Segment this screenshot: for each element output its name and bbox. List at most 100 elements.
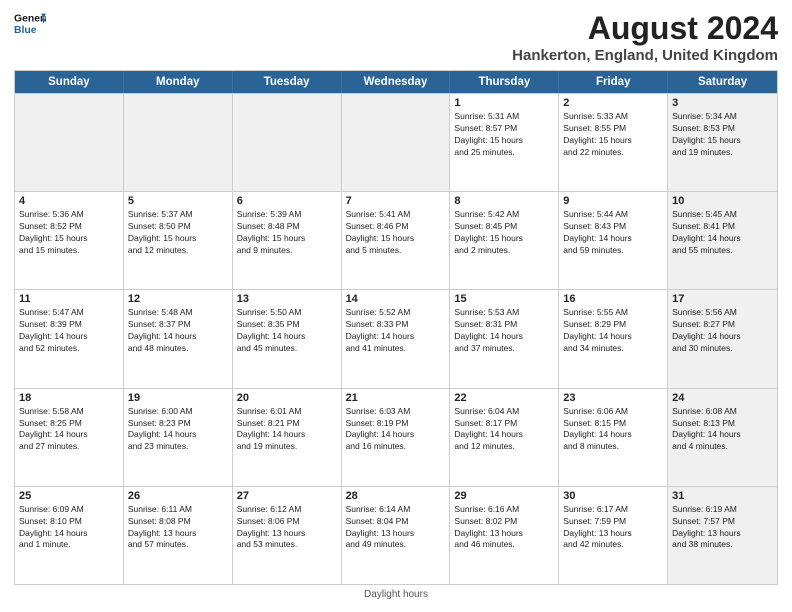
day-header-thursday: Thursday xyxy=(450,71,559,93)
day-number: 25 xyxy=(19,490,119,502)
calendar-row-2: 11 Sunrise: 5:47 AM Sunset: 8:39 PM Dayli… xyxy=(15,289,777,387)
day-number: 9 xyxy=(563,195,663,207)
day-number: 31 xyxy=(672,490,773,502)
day-number: 8 xyxy=(454,195,554,207)
svg-text:General: General xyxy=(14,14,46,25)
cell-info: Sunrise: 6:04 AM Sunset: 8:17 PM Dayligh… xyxy=(454,406,554,454)
day-number: 20 xyxy=(237,392,337,404)
cal-cell-r1-c3: 7 Sunrise: 5:41 AM Sunset: 8:46 PM Daylig… xyxy=(342,192,451,289)
day-number: 14 xyxy=(346,293,446,305)
cell-info: Sunrise: 5:53 AM Sunset: 8:31 PM Dayligh… xyxy=(454,307,554,355)
logo: General Blue xyxy=(14,10,46,38)
calendar-row-4: 25 Sunrise: 6:09 AM Sunset: 8:10 PM Dayli… xyxy=(15,486,777,584)
day-header-wednesday: Wednesday xyxy=(342,71,451,93)
cal-cell-r4-c6: 31Sunrise: 6:19 AM Sunset: 7:57 PM Dayli… xyxy=(668,487,777,584)
cell-info: Sunrise: 5:36 AM Sunset: 8:52 PM Dayligh… xyxy=(19,209,119,257)
day-number: 18 xyxy=(19,392,119,404)
day-header-saturday: Saturday xyxy=(668,71,777,93)
day-header-friday: Friday xyxy=(559,71,668,93)
cell-info: Sunrise: 5:58 AM Sunset: 8:25 PM Dayligh… xyxy=(19,406,119,454)
calendar-body: 1Sunrise: 5:31 AM Sunset: 8:57 PM Daylig… xyxy=(15,93,777,584)
calendar-header: SundayMondayTuesdayWednesdayThursdayFrid… xyxy=(15,71,777,93)
calendar-row-3: 18 Sunrise: 5:58 AM Sunset: 8:25 PM Dayli… xyxy=(15,388,777,486)
subtitle: Hankerton, England, United Kingdom xyxy=(512,47,778,64)
cal-cell-r2-c2: 13 Sunrise: 5:50 AM Sunset: 8:35 PM Dayli… xyxy=(233,290,342,387)
day-number: 23 xyxy=(563,392,663,404)
cell-info: Sunrise: 5:33 AM Sunset: 8:55 PM Dayligh… xyxy=(563,111,663,159)
cell-info: Sunrise: 5:39 AM Sunset: 8:48 PM Dayligh… xyxy=(237,209,337,257)
cell-info: Sunrise: 6:00 AM Sunset: 8:23 PM Dayligh… xyxy=(128,406,228,454)
day-number: 22 xyxy=(454,392,554,404)
calendar-row-0: 1Sunrise: 5:31 AM Sunset: 8:57 PM Daylig… xyxy=(15,93,777,191)
cal-cell-r3-c4: 22 Sunrise: 6:04 AM Sunset: 8:17 PM Dayli… xyxy=(450,389,559,486)
cal-cell-r3-c6: 24Sunrise: 6:08 AM Sunset: 8:13 PM Dayli… xyxy=(668,389,777,486)
cal-cell-r1-c6: 10 Sunrise: 5:45 AM Sunset: 8:41 PM Dayli… xyxy=(668,192,777,289)
cal-cell-r4-c3: 28 Sunrise: 6:14 AM Sunset: 8:04 PM Dayli… xyxy=(342,487,451,584)
cal-cell-r0-c0 xyxy=(15,94,124,191)
day-number: 29 xyxy=(454,490,554,502)
cal-cell-r1-c0: 4Sunrise: 5:36 AM Sunset: 8:52 PM Daylig… xyxy=(15,192,124,289)
day-number: 7 xyxy=(346,195,446,207)
cal-cell-r3-c3: 21Sunrise: 6:03 AM Sunset: 8:19 PM Dayli… xyxy=(342,389,451,486)
cell-info: Sunrise: 5:48 AM Sunset: 8:37 PM Dayligh… xyxy=(128,307,228,355)
cal-cell-r3-c5: 23 Sunrise: 6:06 AM Sunset: 8:15 PM Dayli… xyxy=(559,389,668,486)
cell-info: Sunrise: 6:12 AM Sunset: 8:06 PM Dayligh… xyxy=(237,504,337,552)
cal-cell-r3-c0: 18 Sunrise: 5:58 AM Sunset: 8:25 PM Dayli… xyxy=(15,389,124,486)
cell-info: Sunrise: 6:16 AM Sunset: 8:02 PM Dayligh… xyxy=(454,504,554,552)
cal-cell-r3-c2: 20 Sunrise: 6:01 AM Sunset: 8:21 PM Dayli… xyxy=(233,389,342,486)
day-number: 16 xyxy=(563,293,663,305)
cell-info: Sunrise: 6:09 AM Sunset: 8:10 PM Dayligh… xyxy=(19,504,119,552)
cal-cell-r2-c3: 14 Sunrise: 5:52 AM Sunset: 8:33 PM Dayli… xyxy=(342,290,451,387)
day-header-monday: Monday xyxy=(124,71,233,93)
day-number: 28 xyxy=(346,490,446,502)
day-number: 17 xyxy=(672,293,773,305)
day-number: 19 xyxy=(128,392,228,404)
cal-cell-r4-c5: 30 Sunrise: 6:17 AM Sunset: 7:59 PM Dayli… xyxy=(559,487,668,584)
cal-cell-r4-c1: 26Sunrise: 6:11 AM Sunset: 8:08 PM Dayli… xyxy=(124,487,233,584)
day-number: 1 xyxy=(454,97,554,109)
cal-cell-r1-c5: 9 Sunrise: 5:44 AM Sunset: 8:43 PM Daylig… xyxy=(559,192,668,289)
day-number: 13 xyxy=(237,293,337,305)
day-number: 3 xyxy=(672,97,773,109)
cal-cell-r0-c5: 2 Sunrise: 5:33 AM Sunset: 8:55 PM Daylig… xyxy=(559,94,668,191)
cal-cell-r0-c6: 3 Sunrise: 5:34 AM Sunset: 8:53 PM Daylig… xyxy=(668,94,777,191)
page: General Blue August 2024 Hankerton, Engl… xyxy=(0,0,792,612)
calendar-row-1: 4Sunrise: 5:36 AM Sunset: 8:52 PM Daylig… xyxy=(15,191,777,289)
footer-text: Daylight hours xyxy=(364,589,428,600)
day-number: 10 xyxy=(672,195,773,207)
day-number: 30 xyxy=(563,490,663,502)
day-number: 11 xyxy=(19,293,119,305)
cal-cell-r0-c4: 1Sunrise: 5:31 AM Sunset: 8:57 PM Daylig… xyxy=(450,94,559,191)
cell-info: Sunrise: 5:50 AM Sunset: 8:35 PM Dayligh… xyxy=(237,307,337,355)
footer: Daylight hours xyxy=(14,585,778,602)
cell-info: Sunrise: 6:01 AM Sunset: 8:21 PM Dayligh… xyxy=(237,406,337,454)
cal-cell-r4-c2: 27 Sunrise: 6:12 AM Sunset: 8:06 PM Dayli… xyxy=(233,487,342,584)
cell-info: Sunrise: 6:17 AM Sunset: 7:59 PM Dayligh… xyxy=(563,504,663,552)
day-number: 21 xyxy=(346,392,446,404)
cell-info: Sunrise: 5:55 AM Sunset: 8:29 PM Dayligh… xyxy=(563,307,663,355)
cell-info: Sunrise: 6:14 AM Sunset: 8:04 PM Dayligh… xyxy=(346,504,446,552)
day-number: 12 xyxy=(128,293,228,305)
cell-info: Sunrise: 5:56 AM Sunset: 8:27 PM Dayligh… xyxy=(672,307,773,355)
svg-text:Blue: Blue xyxy=(14,25,37,36)
day-number: 27 xyxy=(237,490,337,502)
cell-info: Sunrise: 5:34 AM Sunset: 8:53 PM Dayligh… xyxy=(672,111,773,159)
day-number: 2 xyxy=(563,97,663,109)
cal-cell-r2-c0: 11 Sunrise: 5:47 AM Sunset: 8:39 PM Dayli… xyxy=(15,290,124,387)
cell-info: Sunrise: 5:44 AM Sunset: 8:43 PM Dayligh… xyxy=(563,209,663,257)
cell-info: Sunrise: 5:41 AM Sunset: 8:46 PM Dayligh… xyxy=(346,209,446,257)
cal-cell-r3-c1: 19 Sunrise: 6:00 AM Sunset: 8:23 PM Dayli… xyxy=(124,389,233,486)
cell-info: Sunrise: 5:52 AM Sunset: 8:33 PM Dayligh… xyxy=(346,307,446,355)
cal-cell-r2-c5: 16 Sunrise: 5:55 AM Sunset: 8:29 PM Dayli… xyxy=(559,290,668,387)
calendar: SundayMondayTuesdayWednesdayThursdayFrid… xyxy=(14,70,778,585)
day-header-sunday: Sunday xyxy=(15,71,124,93)
cell-info: Sunrise: 5:47 AM Sunset: 8:39 PM Dayligh… xyxy=(19,307,119,355)
cal-cell-r0-c3 xyxy=(342,94,451,191)
cal-cell-r1-c4: 8Sunrise: 5:42 AM Sunset: 8:45 PM Daylig… xyxy=(450,192,559,289)
day-number: 15 xyxy=(454,293,554,305)
cell-info: Sunrise: 6:06 AM Sunset: 8:15 PM Dayligh… xyxy=(563,406,663,454)
cal-cell-r2-c4: 15 Sunrise: 5:53 AM Sunset: 8:31 PM Dayli… xyxy=(450,290,559,387)
cell-info: Sunrise: 5:45 AM Sunset: 8:41 PM Dayligh… xyxy=(672,209,773,257)
logo-icon: General Blue xyxy=(14,10,46,38)
day-number: 5 xyxy=(128,195,228,207)
